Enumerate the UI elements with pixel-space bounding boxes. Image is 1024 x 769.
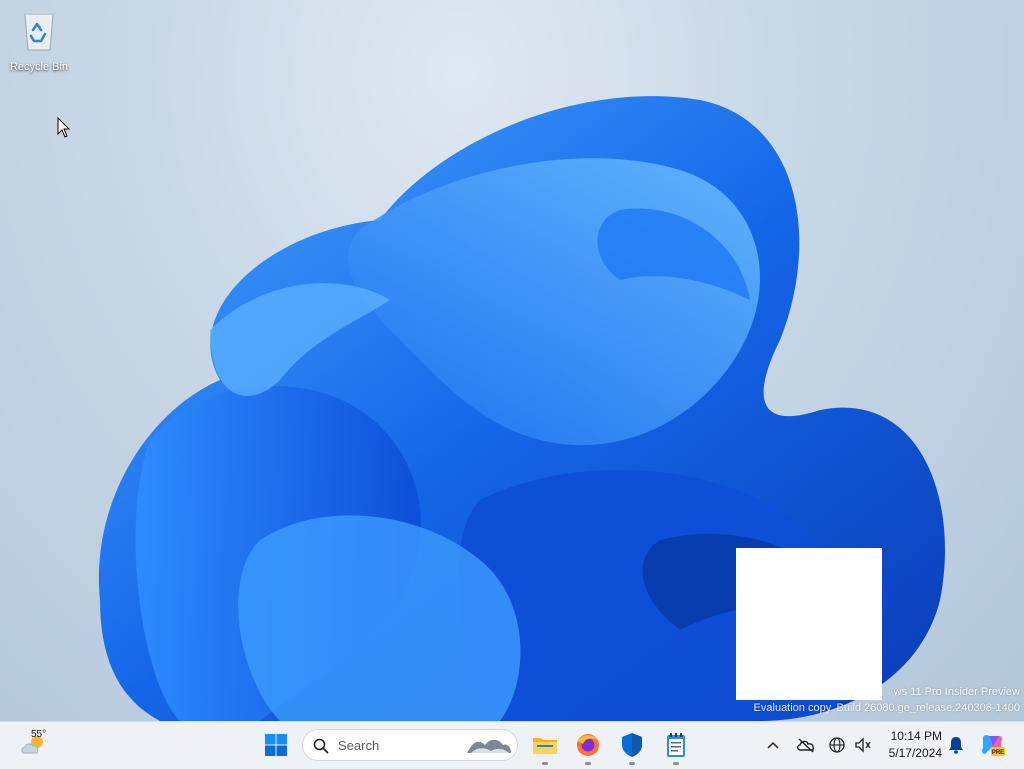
volume-tray-button[interactable] xyxy=(853,734,873,756)
clock-time: 10:14 PM xyxy=(890,729,942,743)
running-indicator xyxy=(585,762,591,765)
search-placeholder: Search xyxy=(338,738,380,753)
show-hidden-icons-button[interactable] xyxy=(764,734,782,756)
clock[interactable]: 10:14 PM 5/17/2024 xyxy=(880,728,942,762)
search-box[interactable]: Search xyxy=(302,729,518,761)
search-highlight-art-icon xyxy=(467,739,511,753)
onedrive-icon xyxy=(797,738,814,753)
search-icon xyxy=(313,738,329,754)
clock-date: 5/17/2024 xyxy=(888,746,942,760)
taskbar-app-firefox[interactable] xyxy=(570,728,606,765)
windows-logo-icon xyxy=(265,734,287,756)
desktop: Recycle Bin ws 11 Pro Insider Preview Ev… xyxy=(0,0,1024,721)
mouse-cursor-icon xyxy=(57,117,71,138)
shield-icon xyxy=(622,733,642,757)
blank-window[interactable] xyxy=(736,548,882,700)
taskbar-app-notepad[interactable] xyxy=(658,728,694,765)
taskbar-app-file-explorer[interactable] xyxy=(527,728,563,765)
evaluation-watermark: ws 11 Pro Insider Preview Evaluation cop… xyxy=(754,684,1020,716)
recycle-bin-icon xyxy=(24,13,54,51)
desktop-icon-recycle-bin[interactable]: Recycle Bin xyxy=(6,8,72,73)
network-icon xyxy=(829,737,845,753)
watermark-line-2: Evaluation copy. Build 26080.ge_release.… xyxy=(753,702,1020,714)
volume-icon xyxy=(855,737,871,753)
network-tray-button[interactable] xyxy=(827,734,847,756)
weather-temperature: 55° xyxy=(31,729,47,740)
watermark-line-1: ws 11 Pro Insider Preview xyxy=(893,686,1020,698)
onedrive-tray-button[interactable] xyxy=(795,734,817,756)
copilot-button[interactable]: PRE xyxy=(978,731,1006,759)
taskbar: 55° Search 10:14 PM 5/17/2024 PRE xyxy=(0,721,1024,769)
firefox-icon xyxy=(577,734,599,756)
bell-icon xyxy=(949,737,963,754)
taskbar-app-windows-security[interactable] xyxy=(614,728,650,765)
running-indicator xyxy=(542,762,548,765)
copilot-badge: PRE xyxy=(992,750,1004,756)
desktop-icon-label: Recycle Bin xyxy=(9,61,69,73)
notifications-button[interactable] xyxy=(946,734,966,756)
copilot-icon: PRE xyxy=(981,734,1005,756)
notepad-icon xyxy=(667,733,685,757)
start-button[interactable] xyxy=(262,731,290,759)
folder-icon xyxy=(533,738,557,754)
running-indicator xyxy=(673,762,679,765)
chevron-up-icon xyxy=(767,741,779,749)
running-indicator xyxy=(629,762,635,765)
